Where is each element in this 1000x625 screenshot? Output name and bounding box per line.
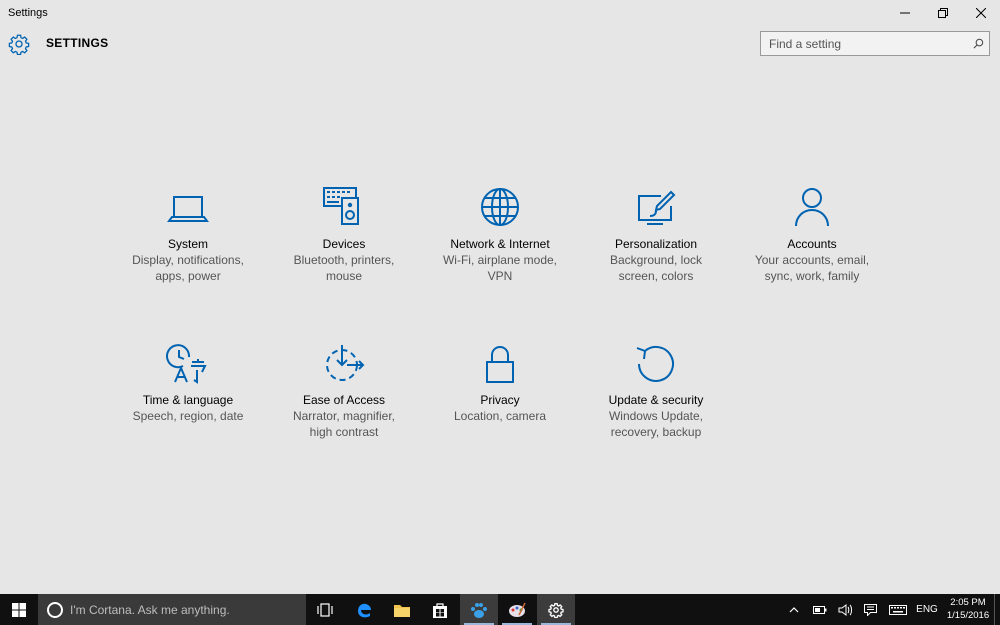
restore-button[interactable] xyxy=(924,0,962,26)
chevron-up-icon xyxy=(789,606,799,612)
battery-button[interactable] xyxy=(808,594,832,625)
window-title: Settings xyxy=(8,7,48,19)
category-system[interactable]: System Display, notifications, apps, pow… xyxy=(110,186,266,284)
taskbar-app-paw[interactable] xyxy=(460,594,498,625)
update-icon xyxy=(631,342,681,388)
cortana-icon xyxy=(47,601,63,618)
category-time-language[interactable]: Time & language Speech, region, date xyxy=(110,342,266,424)
minimize-button[interactable] xyxy=(886,0,924,26)
category-name: Privacy xyxy=(480,393,520,407)
category-accounts[interactable]: Accounts Your accounts, email, sync, wor… xyxy=(734,186,890,284)
paint-icon xyxy=(631,186,681,232)
category-description: recovery, backup xyxy=(610,425,702,439)
task-view-icon xyxy=(317,602,333,617)
taskbar-app-settings[interactable] xyxy=(537,594,575,625)
window-controls xyxy=(886,0,1000,26)
category-description: sync, work, family xyxy=(764,269,860,283)
taskbar-app-store[interactable] xyxy=(421,594,459,625)
action-center-icon xyxy=(863,603,877,616)
show-hidden-icons-button[interactable] xyxy=(784,594,804,625)
globe-icon xyxy=(475,186,525,232)
category-personalization[interactable]: Personalization Background, lock screen,… xyxy=(578,186,734,284)
paint-app-icon xyxy=(509,602,526,617)
action-center-button[interactable] xyxy=(858,594,882,625)
category-description: Your accounts, email, xyxy=(754,253,870,267)
category-ease-of-access[interactable]: Ease of Access Narrator, magnifier, high… xyxy=(266,342,422,440)
taskbar-app-file-explorer[interactable] xyxy=(383,594,421,625)
volume-button[interactable] xyxy=(834,594,856,625)
settings-gear-icon xyxy=(548,602,564,618)
keyboard-icon xyxy=(889,604,907,615)
category-description: Location, camera xyxy=(453,409,547,423)
category-description: high contrast xyxy=(309,425,379,439)
restore-icon xyxy=(938,8,948,18)
windows-logo-icon xyxy=(12,602,26,617)
battery-icon xyxy=(813,605,827,614)
category-description: Windows Update, xyxy=(608,409,704,423)
cortana-placeholder: I'm Cortana. Ask me anything. xyxy=(70,602,230,617)
folder-icon xyxy=(394,604,410,617)
ease-of-access-icon xyxy=(319,342,369,388)
clock-time: 2:05 PM xyxy=(950,597,986,608)
system-clock[interactable]: 2:05 PM 1/15/2016 xyxy=(942,596,994,622)
devices-icon xyxy=(319,186,369,232)
speaker-icon xyxy=(838,603,852,616)
category-name: Network & Internet xyxy=(450,237,550,251)
category-name: System xyxy=(167,237,208,251)
category-description: Wi-Fi, airplane mode, xyxy=(442,253,558,267)
category-name: Personalization xyxy=(614,237,698,251)
category-name: Update & security xyxy=(608,393,704,407)
category-description: mouse xyxy=(325,269,363,283)
category-devices[interactable]: Devices Bluetooth, printers, mouse xyxy=(266,186,422,284)
category-name: Time & language xyxy=(142,393,234,407)
search-icon[interactable] xyxy=(967,33,989,55)
close-icon xyxy=(976,8,986,18)
category-network-internet[interactable]: Network & Internet Wi-Fi, airplane mode,… xyxy=(422,186,578,284)
category-description: Bluetooth, printers, xyxy=(293,253,395,267)
search-input[interactable] xyxy=(761,32,967,55)
input-language-button[interactable]: ENG xyxy=(912,594,942,625)
close-button[interactable] xyxy=(962,0,1000,26)
laptop-icon xyxy=(163,186,213,232)
category-name: Accounts xyxy=(787,237,837,251)
category-description: apps, power xyxy=(155,269,221,283)
task-view-button[interactable] xyxy=(306,594,344,625)
taskbar-app-paint[interactable] xyxy=(498,594,536,625)
gear-icon xyxy=(8,34,30,55)
time-language-icon xyxy=(163,342,213,388)
page-title: SETTINGS xyxy=(46,36,109,50)
language-indicator: ENG xyxy=(916,604,938,615)
search-box[interactable] xyxy=(760,31,990,56)
category-description: VPN xyxy=(487,269,513,283)
show-desktop-button[interactable] xyxy=(994,594,1000,625)
touch-keyboard-button[interactable] xyxy=(884,594,912,625)
minimize-icon xyxy=(900,12,910,14)
edge-icon xyxy=(358,603,371,617)
category-name: Devices xyxy=(322,237,366,251)
category-description: Speech, region, date xyxy=(132,409,244,423)
person-icon xyxy=(787,186,837,232)
category-privacy[interactable]: Privacy Location, camera xyxy=(422,342,578,424)
category-description: Background, lock xyxy=(609,253,703,267)
store-icon xyxy=(433,602,447,618)
category-description: Display, notifications, xyxy=(132,253,244,267)
category-description: screen, colors xyxy=(618,269,694,283)
taskbar-app-edge[interactable] xyxy=(345,594,383,625)
category-description: Narrator, magnifier, xyxy=(292,409,396,423)
category-name: Ease of Access xyxy=(302,393,386,407)
cortana-search-box[interactable]: I'm Cortana. Ask me anything. xyxy=(38,594,306,625)
start-button[interactable] xyxy=(0,594,38,625)
title-bar: Settings xyxy=(0,0,1000,26)
lock-icon xyxy=(475,342,525,388)
taskbar: I'm Cortana. Ask me anything. ENG 2:05 P… xyxy=(0,594,1000,625)
category-update-security[interactable]: Update & security Windows Update, recove… xyxy=(578,342,734,440)
paw-icon xyxy=(471,602,487,618)
clock-date: 1/15/2016 xyxy=(946,610,990,621)
